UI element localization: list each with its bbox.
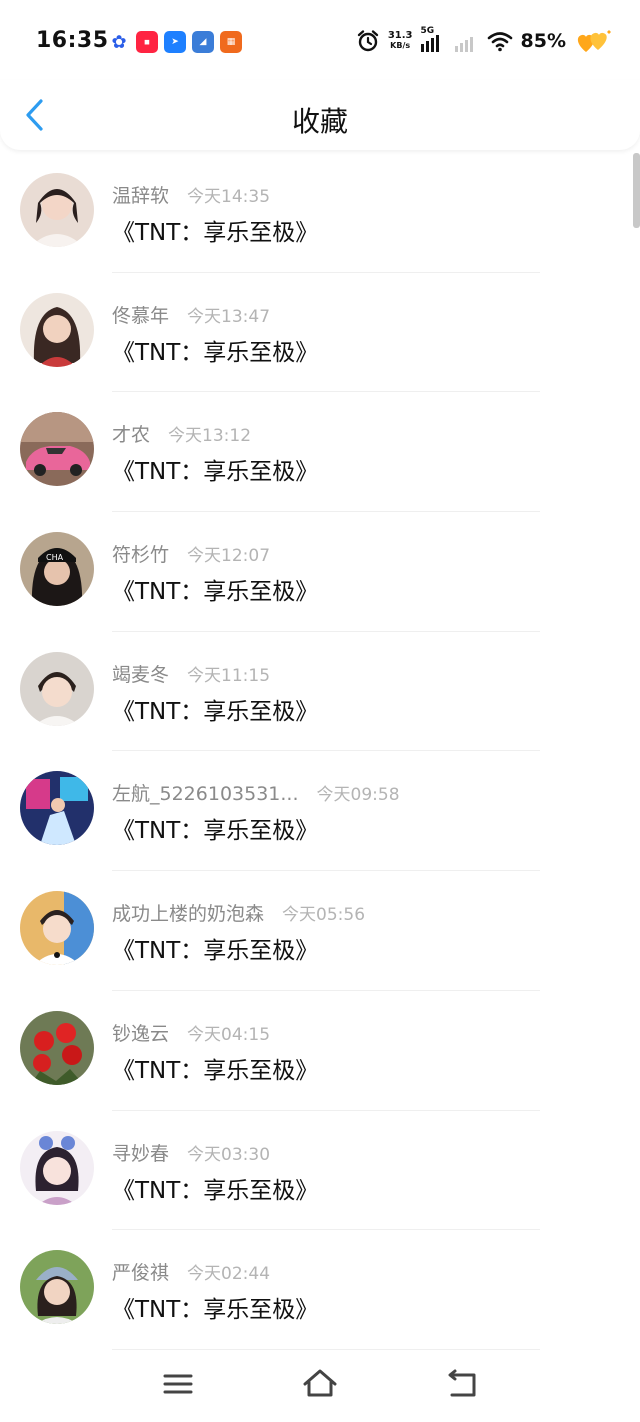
timestamp: 今天09:58 [316,785,400,806]
item-content[interactable]: 《TNT：享乐至极》 [112,1290,318,1324]
network-speed: 31.3 KB/s [388,31,413,51]
timestamp: 今天02:44 [187,1264,271,1285]
item-meta: 符杉竹 今天12:07 [112,540,270,567]
item-meta: 温辞软 今天14:35 [112,181,270,208]
item-meta: 严俊祺 今天02:44 [112,1258,270,1285]
network-type-label: 5G [420,26,435,36]
list-item[interactable]: 成功上楼的奶泡森 今天05:56 《TNT：享乐至极》 [0,871,640,991]
avatar[interactable] [20,292,94,367]
xiaohongshu-icon: ◼ [136,31,158,53]
list-item[interactable]: 竭麦冬 今天11:15 《TNT：享乐至极》 [0,632,640,752]
item-content[interactable]: 《TNT：享乐至极》 [112,811,318,845]
user-name[interactable]: 符杉竹 [112,540,169,567]
item-content[interactable]: 《TNT：享乐至极》 [112,452,318,486]
favorites-list: 温辞软 今天14:35 《TNT：享乐至极》 佟慕年 今天13:47 《TNT：… [0,153,640,1350]
list-item[interactable]: 佟慕年 今天13:47 《TNT：享乐至极》 [0,273,640,393]
timestamp: 今天14:35 [187,187,271,207]
signal-sim2-icon [454,30,479,52]
user-name[interactable]: 竭麦冬 [112,660,169,687]
avatar[interactable] [20,173,94,247]
status-bar: 16:35 ✿ ◼ ➤ ◢ ▦ 31.3 KB/s 5G 85% [0,0,640,80]
user-name[interactable]: 左航_5226103531... [112,779,299,806]
user-name[interactable]: 钞逸云 [112,1019,169,1046]
header: 收藏 [0,80,640,150]
user-name[interactable]: 才农 [112,420,150,447]
avatar[interactable] [20,412,94,487]
item-meta: 左航_5226103531... 今天09:58 [112,779,400,806]
divider [112,1348,540,1350]
avatar[interactable] [20,1130,94,1205]
svg-text:CHA: CHA [46,553,64,562]
item-content[interactable]: 《TNT：享乐至极》 [112,333,318,367]
item-content[interactable]: 《TNT：享乐至极》 [112,1171,318,1205]
timestamp: 今天05:56 [282,905,366,926]
item-content[interactable]: 《TNT：享乐至极》 [112,692,318,726]
item-meta: 成功上楼的奶泡森 今天05:56 [112,899,365,926]
list-item[interactable]: 钞逸云 今天04:15 《TNT：享乐至极》 [0,991,640,1111]
avatar[interactable] [20,651,94,726]
signal-5g-icon: 5G [420,26,447,52]
network-speed-unit: KB/s [390,41,411,50]
item-content[interactable]: 《TNT：享乐至极》 [112,572,318,606]
list-item[interactable]: 才农 今天13:12 《TNT：享乐至极》 [0,392,640,513]
user-name[interactable]: 严俊祺 [112,1258,169,1285]
timestamp: 今天04:15 [187,1024,271,1045]
avatar[interactable] [20,771,94,846]
home-icon[interactable] [300,1364,340,1404]
timestamp: 今天13:12 [168,426,252,447]
list-item[interactable]: 温辞软 今天14:35 《TNT：享乐至极》 [0,153,640,273]
status-indicators: 31.3 KB/s 5G 85% [356,26,614,56]
list-item[interactable]: 左航_5226103531... 今天09:58 《TNT：享乐至极》 [0,751,640,872]
status-time: 16:35 [36,28,109,53]
user-name[interactable]: 佟慕年 [112,301,169,328]
avatar[interactable]: CHA [20,532,94,607]
item-meta: 竭麦冬 今天11:15 [112,660,270,687]
blue-app-icon: ◢ [192,31,214,53]
timestamp: 今天03:30 [187,1144,271,1165]
heart-icon [577,30,611,52]
item-content[interactable]: 《TNT：享乐至极》 [112,931,318,965]
alarm-clock-icon [357,30,379,52]
avatar[interactable] [20,1250,94,1325]
list-item[interactable]: 寻妙春 今天03:30 《TNT：享乐至极》 [0,1111,640,1231]
notification-app-icons: ✿ ◼ ➤ ◢ ▦ [108,31,242,53]
list-item[interactable]: CHA 符杉竹 今天12:07 《TNT：享乐至极》 [0,512,640,632]
item-meta: 寻妙春 今天03:30 [112,1139,270,1166]
user-name[interactable]: 寻妙春 [112,1139,169,1166]
menu-icon[interactable] [158,1364,198,1404]
item-meta: 钞逸云 今天04:15 [112,1019,270,1046]
user-name[interactable]: 成功上楼的奶泡森 [112,899,264,926]
item-content[interactable]: 《TNT：享乐至极》 [112,213,318,247]
timestamp: 今天12:07 [187,546,271,567]
baidu-icon: ✿ [108,31,130,53]
item-content[interactable]: 《TNT：享乐至极》 [112,1051,318,1085]
list-item[interactable]: 严俊祺 今天02:44 《TNT：享乐至极》 [0,1230,640,1350]
scrollbar[interactable] [633,153,640,228]
system-nav-bar [0,1352,640,1422]
timestamp: 今天11:15 [187,665,271,686]
battery-percentage: 85% [520,30,566,52]
timestamp: 今天13:47 [187,306,271,327]
wifi-icon [487,32,512,52]
avatar[interactable] [20,891,94,966]
chat-bubble-icon: ➤ [164,31,186,53]
avatar[interactable] [20,1010,94,1085]
item-meta: 佟慕年 今天13:47 [112,301,270,328]
item-meta: 才农 今天13:12 [112,420,251,447]
page-title: 收藏 [291,105,348,138]
user-name[interactable]: 温辞软 [112,181,169,208]
back-icon[interactable] [442,1364,482,1404]
network-speed-value: 31.3 [387,30,413,41]
orange-app-icon: ▦ [220,31,242,53]
